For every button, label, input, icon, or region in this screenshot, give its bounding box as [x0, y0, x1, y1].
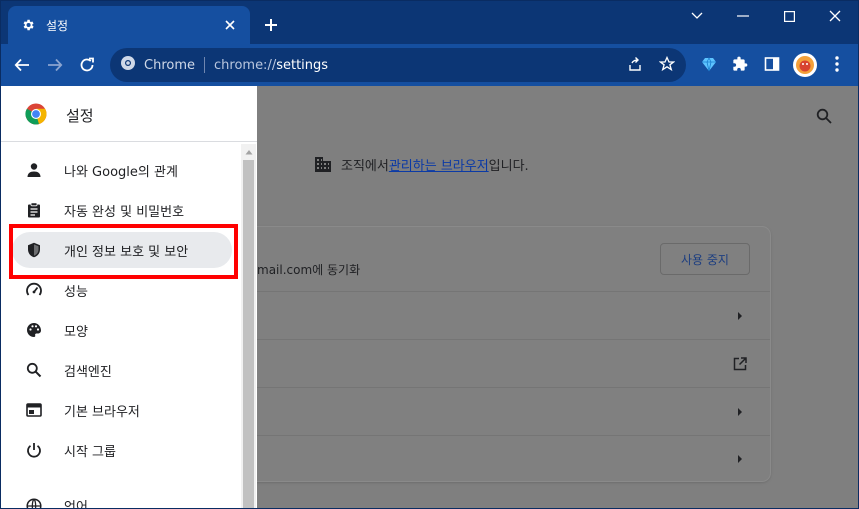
close-icon[interactable]: [812, 4, 858, 28]
new-tab-button[interactable]: [260, 14, 282, 36]
search-icon: [22, 358, 46, 382]
nav-item-label: 언어: [64, 500, 88, 509]
nav-item-label: 기본 브라우저: [64, 404, 140, 420]
nav-item-appearance[interactable]: 모양: [12, 312, 232, 348]
nav-item-label: 검색엔진: [64, 364, 112, 380]
power-icon: [22, 438, 46, 462]
chevron-down-icon[interactable]: [674, 4, 720, 28]
nav-item-label: 나와 Google의 관계: [64, 164, 178, 180]
managed-suffix: 입니다.: [488, 158, 529, 174]
red-highlight-box: [9, 224, 238, 279]
building-icon: [313, 154, 333, 174]
nav-item-label: 성능: [64, 284, 88, 300]
chrome-site-icon: [120, 55, 136, 75]
managed-prefix: 조직에서: [341, 158, 389, 174]
browser-window-icon: [22, 398, 46, 422]
card-row[interactable]: [220, 291, 770, 339]
close-tab-icon[interactable]: [222, 17, 238, 33]
sync-status-text: mail.com에 동기화: [257, 263, 361, 277]
nav-item-label: 자동 완성 및 비밀번호: [64, 204, 185, 220]
nav-item-you-and-google[interactable]: 나와 Google의 관계: [12, 152, 232, 188]
nav-item-search-engine[interactable]: 검색엔진: [12, 352, 232, 388]
nav-item-default-browser[interactable]: 기본 브라우저: [12, 392, 232, 428]
managed-browser-link[interactable]: 관리하는 브라우저: [389, 155, 489, 174]
stop-sync-button[interactable]: 사용 중지: [660, 243, 750, 275]
drawer-scrollbar[interactable]: [241, 144, 256, 509]
url-scheme: chrome://: [214, 57, 277, 73]
nav-item-label: 시작 그룹: [64, 444, 116, 460]
share-icon[interactable]: [625, 54, 645, 74]
tab-title: 설정: [46, 18, 69, 33]
extensions-puzzle-icon[interactable]: [730, 54, 750, 74]
maximize-icon[interactable]: [766, 4, 812, 28]
card-row[interactable]: [220, 387, 770, 435]
chevron-right-icon: [734, 310, 746, 322]
settings-drawer: 설정 나와 Google의 관계 자동 완성 및 비밀번호 개인 정보 보호 및…: [0, 86, 257, 509]
speedometer-icon: [22, 278, 46, 302]
search-icon[interactable]: [812, 104, 836, 128]
chrome-logo-icon: [25, 103, 47, 125]
managed-browser-notice: 조직에서 관리하는 브라우저 입니다.: [313, 154, 529, 174]
chevron-right-icon: [734, 406, 746, 418]
side-panel-icon[interactable]: [762, 54, 782, 74]
profile-avatar-icon[interactable]: [793, 53, 817, 77]
nav-item-languages[interactable]: 언어: [12, 488, 232, 509]
nav-item-autofill[interactable]: 자동 완성 및 비밀번호: [12, 192, 232, 228]
title-bar: 설정: [0, 0, 859, 44]
forward-arrow-icon[interactable]: [41, 51, 69, 79]
gear-icon: [20, 17, 36, 33]
reload-icon[interactable]: [73, 51, 101, 79]
scroll-up-arrow-icon[interactable]: [241, 144, 256, 159]
url-text[interactable]: chrome://settings: [214, 58, 328, 73]
minimize-icon[interactable]: [720, 4, 766, 28]
bookmark-star-icon[interactable]: [657, 54, 677, 74]
clipboard-icon: [22, 198, 46, 222]
drawer-title: 설정: [66, 107, 94, 125]
url-path: settings: [276, 57, 329, 73]
palette-icon: [22, 318, 46, 342]
menu-kebab-icon[interactable]: [827, 54, 847, 74]
tab-settings[interactable]: 설정: [8, 6, 250, 44]
back-arrow-icon[interactable]: [8, 51, 36, 79]
sync-card: mail.com에 동기화 사용 중지: [220, 227, 770, 481]
omnibox-divider: [204, 57, 205, 73]
nav-item-label: 모양: [64, 324, 88, 340]
card-row[interactable]: [220, 435, 770, 481]
card-row[interactable]: [220, 339, 770, 387]
person-icon: [22, 158, 46, 182]
address-bar[interactable]: Chrome chrome://settings: [110, 48, 686, 82]
open-in-new-icon: [732, 356, 748, 372]
globe-icon: [22, 494, 46, 509]
extension-gem-icon[interactable]: [699, 54, 719, 74]
scroll-thumb[interactable]: [243, 160, 254, 509]
chevron-right-icon: [734, 453, 746, 465]
drawer-header: 설정: [0, 86, 257, 142]
nav-item-on-startup[interactable]: 시작 그룹: [12, 432, 232, 468]
site-label: Chrome: [144, 57, 195, 73]
toolbar: Chrome chrome://settings: [0, 44, 859, 86]
